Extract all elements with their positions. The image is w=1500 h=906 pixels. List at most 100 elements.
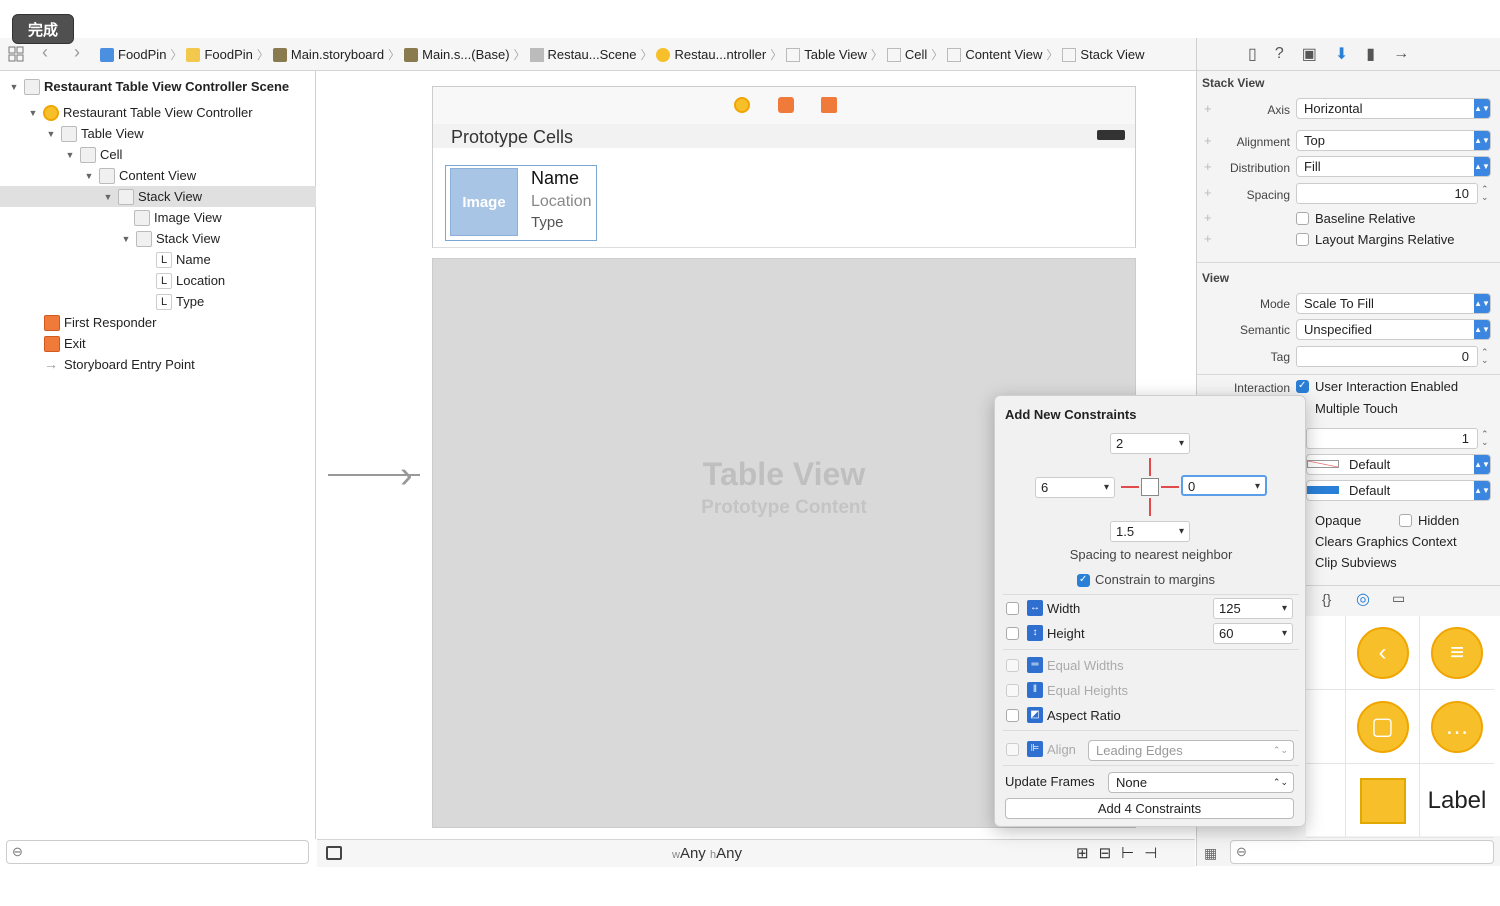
identity-inspector-icon[interactable]: ▣ bbox=[1302, 44, 1317, 64]
trailing-spacing-field[interactable]: 0 bbox=[1181, 475, 1267, 496]
constrain-margins-checkbox[interactable] bbox=[1077, 574, 1090, 587]
semantic-popup[interactable]: Unspecified ▲▼ bbox=[1296, 319, 1491, 340]
outline-item-type-label[interactable]: L Type bbox=[0, 291, 316, 312]
pin-icon[interactable]: ⊢ bbox=[1121, 844, 1134, 862]
bottom-spacing-field[interactable]: 1.5 bbox=[1110, 521, 1190, 542]
leading-constraint-strut[interactable] bbox=[1121, 486, 1139, 488]
hidden-checkbox[interactable] bbox=[1399, 514, 1412, 527]
spacing-field[interactable]: 10 bbox=[1296, 183, 1478, 204]
height-field[interactable]: 60 bbox=[1213, 623, 1293, 644]
resolve-icon[interactable]: ⊣ bbox=[1144, 844, 1157, 862]
outline-item-name-label[interactable]: L Name bbox=[0, 249, 316, 270]
first-responder-icon[interactable] bbox=[778, 97, 794, 113]
library-item-table-view-controller[interactable]: ≡ bbox=[1420, 616, 1494, 690]
library-item-page-view-controller[interactable]: … bbox=[1420, 690, 1494, 764]
grid-view-icon[interactable]: ▦ bbox=[1204, 845, 1217, 862]
outline-item-location-label[interactable]: L Location bbox=[0, 270, 316, 291]
plus-icon[interactable]: + bbox=[1204, 185, 1212, 200]
outline-filter-field[interactable]: ⊖ bbox=[6, 840, 309, 864]
library-item-label[interactable]: Label bbox=[1420, 764, 1494, 838]
breadcrumb-cell[interactable]: Cell bbox=[886, 47, 927, 62]
library-filter-field[interactable]: ⊖ bbox=[1230, 840, 1494, 864]
breadcrumb-table-view[interactable]: Table View bbox=[786, 47, 867, 62]
library-item[interactable] bbox=[1306, 616, 1346, 690]
library-item-collection-view-controller[interactable]: ▢ bbox=[1346, 690, 1420, 764]
baseline-relative-checkbox[interactable] bbox=[1296, 212, 1309, 225]
equal-widths-checkbox[interactable] bbox=[1006, 659, 1019, 672]
disclosure-triangle-icon[interactable]: ▼ bbox=[120, 234, 132, 244]
background-color-popup[interactable]: Default ▲▼ bbox=[1306, 454, 1491, 475]
breadcrumb-stack-view[interactable]: Stack View bbox=[1062, 47, 1145, 62]
outline-item-content-view[interactable]: ▼ Content View bbox=[0, 165, 316, 186]
plus-icon[interactable]: + bbox=[1204, 101, 1212, 116]
outline-item-scene[interactable]: ▼ Restaurant Table View Controller Scene bbox=[0, 76, 316, 97]
alpha-field[interactable]: 1 bbox=[1306, 428, 1478, 449]
media-library-icon[interactable]: ▭ bbox=[1392, 590, 1405, 607]
disclosure-triangle-icon[interactable]: ▼ bbox=[102, 192, 114, 202]
align-icon[interactable]: ⊟ bbox=[1099, 844, 1112, 862]
outline-item-entry-point[interactable]: → Storyboard Entry Point bbox=[0, 354, 316, 375]
library-item-object[interactable] bbox=[1346, 764, 1420, 838]
help-icon[interactable]: ? bbox=[1275, 45, 1284, 63]
disclosure-triangle-icon[interactable]: ▼ bbox=[45, 129, 57, 139]
breadcrumb-controller[interactable]: Restau...ntroller bbox=[656, 47, 766, 62]
tag-field[interactable]: 0 bbox=[1296, 346, 1478, 367]
update-frames-popup[interactable]: None ⌃⌄ bbox=[1108, 772, 1294, 793]
size-inspector-icon[interactable]: ▮ bbox=[1366, 44, 1375, 64]
outline-item-stack-view[interactable]: ▼ Stack View bbox=[0, 186, 316, 207]
breadcrumb-scene[interactable]: Restau...Scene bbox=[529, 47, 636, 62]
width-field[interactable]: 125 bbox=[1213, 598, 1293, 619]
breadcrumb-base[interactable]: Main.s...(Base) bbox=[404, 47, 510, 62]
axis-popup[interactable]: Horizontal ▲▼ bbox=[1296, 98, 1491, 119]
tint-color-popup[interactable]: Default ▲▼ bbox=[1306, 480, 1491, 501]
connections-inspector-icon[interactable]: → bbox=[1393, 45, 1409, 63]
top-constraint-strut[interactable] bbox=[1149, 458, 1151, 476]
distribution-popup[interactable]: Fill ▲▼ bbox=[1296, 156, 1491, 177]
disclosure-triangle-icon[interactable]: ▼ bbox=[64, 150, 76, 160]
outline-item-image-view[interactable]: Image View bbox=[0, 207, 316, 228]
done-button[interactable]: 完成 bbox=[12, 14, 74, 44]
outline-item-cell[interactable]: ▼ Cell bbox=[0, 144, 316, 165]
file-inspector-icon[interactable]: ▯ bbox=[1248, 44, 1257, 64]
exit-icon[interactable] bbox=[821, 97, 837, 113]
outline-item-inner-stack-view[interactable]: ▼ Stack View bbox=[0, 228, 316, 249]
breadcrumb-content-view[interactable]: Content View bbox=[947, 47, 1042, 62]
height-checkbox[interactable] bbox=[1006, 627, 1019, 640]
object-library-icon[interactable]: ◎ bbox=[1356, 589, 1370, 609]
equal-heights-checkbox[interactable] bbox=[1006, 684, 1019, 697]
view-controller-icon[interactable] bbox=[734, 97, 750, 113]
plus-icon[interactable]: + bbox=[1204, 231, 1212, 246]
align-popup[interactable]: Leading Edges ⌃⌄ bbox=[1088, 740, 1294, 761]
alpha-stepper[interactable]: ⌃ ⌄ bbox=[1481, 430, 1489, 447]
forward-arrow-icon[interactable]: › bbox=[74, 42, 80, 63]
library-item-navigation-controller[interactable]: ‹ bbox=[1346, 616, 1420, 690]
tag-stepper[interactable]: ⌃ ⌄ bbox=[1481, 348, 1489, 365]
back-arrow-icon[interactable]: ‹ bbox=[42, 42, 48, 63]
related-items-icon[interactable] bbox=[8, 46, 24, 62]
bottom-constraint-strut[interactable] bbox=[1149, 498, 1151, 516]
top-spacing-field[interactable]: 2 bbox=[1110, 433, 1190, 454]
stack-view-selection[interactable] bbox=[445, 165, 597, 241]
size-class-button[interactable]: wAny hAny bbox=[672, 845, 742, 862]
outline-item-table-view[interactable]: ▼ Table View bbox=[0, 123, 316, 144]
leading-spacing-field[interactable]: 6 bbox=[1035, 477, 1115, 498]
alignment-popup[interactable]: Top ▲▼ bbox=[1296, 130, 1491, 151]
mode-popup[interactable]: Scale To Fill ▲▼ bbox=[1296, 293, 1491, 314]
disclosure-triangle-icon[interactable]: ▼ bbox=[83, 171, 95, 181]
disclosure-triangle-icon[interactable]: ▼ bbox=[27, 108, 39, 118]
outline-item-controller[interactable]: ▼ Restaurant Table View Controller bbox=[0, 102, 316, 123]
layout-margins-checkbox[interactable] bbox=[1296, 233, 1309, 246]
align-checkbox[interactable] bbox=[1006, 743, 1019, 756]
trailing-constraint-strut[interactable] bbox=[1161, 486, 1179, 488]
attributes-inspector-icon[interactable]: ⬇ bbox=[1335, 44, 1348, 64]
breadcrumb-folder[interactable]: FoodPin bbox=[186, 47, 253, 62]
library-item[interactable] bbox=[1306, 764, 1346, 838]
toggle-outline-icon[interactable] bbox=[326, 846, 342, 860]
breadcrumb-storyboard[interactable]: Main.storyboard bbox=[272, 47, 384, 62]
outline-item-first-responder[interactable]: First Responder bbox=[0, 312, 316, 333]
spacing-stepper[interactable]: ⌃ ⌄ bbox=[1481, 185, 1489, 202]
user-interaction-checkbox[interactable] bbox=[1296, 380, 1309, 393]
disclosure-triangle-icon[interactable]: ▼ bbox=[8, 82, 20, 92]
add-constraints-button[interactable]: Add 4 Constraints bbox=[1005, 798, 1294, 819]
outline-item-exit[interactable]: Exit bbox=[0, 333, 316, 354]
